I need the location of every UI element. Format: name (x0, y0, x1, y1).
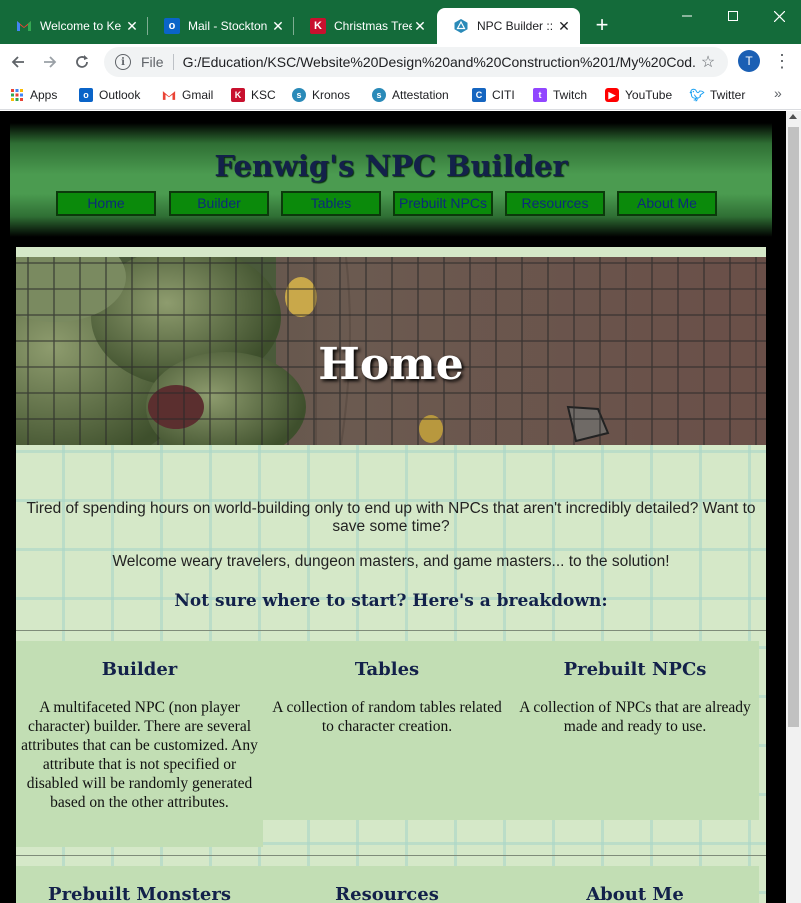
maximize-icon[interactable] (710, 0, 756, 32)
bookmark-youtube[interactable]: ▶ YouTube (605, 86, 672, 104)
npc-icon (453, 18, 469, 34)
bookmark-apps[interactable]: Apps (10, 86, 57, 104)
bookmarks-overflow-icon[interactable]: » (774, 85, 782, 101)
welcome-paragraph: Welcome weary travelers, dungeon masters… (112, 553, 670, 570)
address-bar[interactable]: i File G:/Education/KSC/Website%20Design… (104, 47, 728, 77)
card-resources[interactable]: Resources (263, 866, 511, 903)
intro-paragraph: Tired of spending hours on world-buildin… (26, 500, 756, 535)
card-prebuilt-monsters[interactable]: Prebuilt Monsters (16, 866, 263, 903)
kronos-icon: s (372, 88, 386, 102)
close-icon[interactable]: ✕ (270, 18, 286, 35)
nav-builder-button[interactable]: Builder (169, 191, 269, 216)
tab-gmail[interactable]: Welcome to Ke ✕ (0, 8, 148, 44)
bookmark-kronos[interactable]: s Kronos (292, 86, 350, 104)
bookmark-star-icon[interactable]: ☆ (696, 52, 720, 72)
main-content: Home Tired of spending hours on world-bu… (16, 247, 766, 903)
outlook-icon: o (79, 88, 93, 102)
tab-npc-builder[interactable]: NPC Builder :: F ✕ (437, 8, 580, 44)
info-icon[interactable]: i (115, 54, 131, 70)
divider (172, 54, 174, 70)
nav-resources-button[interactable]: Resources (505, 191, 605, 216)
bookmark-attestation[interactable]: s Attestation (372, 86, 449, 104)
site-title: Fenwig's NPC Builder (214, 149, 568, 183)
nav-prebuilt-npcs-button[interactable]: Prebuilt NPCs (393, 191, 493, 216)
close-icon[interactable]: ✕ (124, 18, 140, 35)
card-about-me[interactable]: About Me (511, 866, 759, 903)
new-tab-button[interactable]: + (590, 14, 614, 38)
citi-icon: C (472, 88, 486, 102)
scrollbar-thumb[interactable] (788, 127, 799, 727)
card-builder[interactable]: Builder A multifaceted NPC (non player c… (16, 641, 263, 847)
bookmark-twitter[interactable]: 🐦︎ Twitter (689, 86, 745, 104)
back-icon[interactable] (6, 50, 30, 74)
main-nav: Home Builder Tables Prebuilt NPCs Resour… (56, 191, 730, 217)
nav-about-me-button[interactable]: About Me (617, 191, 717, 216)
card-tables[interactable]: Tables A collection of random tables rel… (263, 641, 511, 820)
card-prebuilt-npcs[interactable]: Prebuilt NPCs A collection of NPCs that … (511, 641, 759, 820)
apps-grid-icon (10, 88, 24, 102)
gmail-icon (162, 88, 176, 102)
minimize-icon[interactable] (664, 0, 710, 32)
bookmark-outlook[interactable]: o Outlook (79, 86, 140, 104)
kronos-icon: s (292, 88, 306, 102)
browser-tab-strip: Welcome to Ke ✕ o Mail - Stockton ✕ K Ch… (0, 0, 801, 44)
hero-banner: Home (16, 257, 766, 445)
outlook-icon: o (164, 18, 180, 34)
nav-tables-button[interactable]: Tables (281, 191, 381, 216)
k-icon: K (231, 88, 245, 102)
reload-icon[interactable] (70, 50, 94, 74)
bookmark-ksc[interactable]: K KSC (231, 86, 276, 104)
divider (16, 630, 766, 631)
bookmarks-bar: Apps o Outlook Gmail K KSC s Kronos s At… (0, 80, 801, 110)
bookmark-citi[interactable]: C CITI (472, 86, 515, 104)
window-close-icon[interactable] (756, 0, 801, 32)
bookmark-twitch[interactable]: t Twitch (533, 86, 587, 104)
nav-home-button[interactable]: Home (56, 191, 156, 216)
page-scrollbar[interactable] (786, 111, 801, 903)
gmail-icon (16, 18, 32, 34)
twitter-icon: 🐦︎ (689, 88, 705, 102)
youtube-icon: ▶ (605, 88, 619, 102)
divider (16, 855, 766, 856)
url-text[interactable]: G:/Education/KSC/Website%20Design%20and%… (183, 54, 696, 70)
close-icon[interactable]: ✕ (412, 18, 428, 35)
profile-avatar[interactable]: T (738, 50, 760, 72)
tab-mail[interactable]: o Mail - Stockton ✕ (148, 8, 294, 44)
tab-christmas-tree[interactable]: K Christmas Tree ✕ (294, 8, 436, 44)
url-scheme: File (141, 54, 164, 70)
close-icon[interactable]: ✕ (556, 18, 572, 35)
menu-icon[interactable]: ⋮ (770, 50, 794, 74)
twitch-icon: t (533, 88, 547, 102)
forward-icon[interactable] (38, 50, 62, 74)
site-header: Fenwig's NPC Builder Home Builder Tables… (8, 121, 774, 239)
k-icon: K (310, 18, 326, 34)
browser-toolbar: i File G:/Education/KSC/Website%20Design… (0, 44, 801, 80)
hero-title: Home (318, 339, 464, 390)
scroll-up-icon[interactable] (789, 114, 797, 119)
bookmark-gmail[interactable]: Gmail (162, 86, 213, 104)
page-viewport: Fenwig's NPC Builder Home Builder Tables… (0, 111, 786, 903)
breakdown-heading: Not sure where to start? Here's a breakd… (174, 591, 608, 611)
